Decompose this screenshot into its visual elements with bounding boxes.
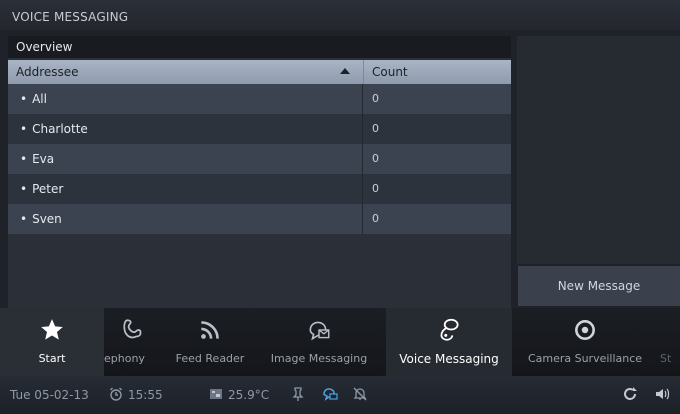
message-count: 0 xyxy=(372,212,379,225)
voice-message-indicator-icon[interactable] xyxy=(322,386,338,402)
message-count: 0 xyxy=(372,182,379,195)
column-divider xyxy=(362,84,363,114)
weather-icon[interactable] xyxy=(208,386,224,402)
table-row[interactable]: All 0 xyxy=(8,84,511,114)
dock-item-label: Camera Surveillance xyxy=(527,352,643,365)
dock-item-label: St xyxy=(660,352,672,365)
dock-item-telephony[interactable]: ephony xyxy=(104,308,164,376)
tab-overview-label: Overview xyxy=(16,40,73,54)
pin-icon[interactable] xyxy=(290,386,306,402)
dock-item-label: Feed Reader xyxy=(175,352,245,365)
table-row[interactable]: Charlotte 0 xyxy=(8,114,511,144)
page-title: VOICE MESSAGING xyxy=(12,10,129,24)
table-header: Addressee Count xyxy=(8,60,511,84)
dock-item-voice-messaging[interactable]: Voice Messaging xyxy=(386,308,512,376)
dock-item-start[interactable]: Start xyxy=(0,308,104,376)
dock-item-label: ephony xyxy=(104,352,145,365)
column-divider xyxy=(362,204,363,234)
feed-icon xyxy=(166,317,254,345)
dock-item-camera-surveillance[interactable]: Camera Surveillance xyxy=(516,308,654,376)
message-count: 0 xyxy=(372,152,379,165)
column-header-addressee-label: Addressee xyxy=(16,65,79,79)
column-divider xyxy=(362,174,363,204)
table-row[interactable]: Sven 0 xyxy=(8,204,511,234)
dock-item-partial[interactable]: St xyxy=(660,308,680,376)
addressee-name: Sven xyxy=(20,212,62,226)
dock-item-image-messaging[interactable]: Image Messaging xyxy=(256,308,382,376)
muted-bell-icon[interactable] xyxy=(352,386,368,402)
addressee-name: All xyxy=(20,92,47,106)
column-divider xyxy=(362,144,363,174)
addressee-name: Eva xyxy=(20,152,54,166)
telephony-icon xyxy=(104,317,164,345)
app-title-bar: VOICE MESSAGING xyxy=(0,0,680,30)
side-panel xyxy=(517,36,680,264)
addressee-name: Charlotte xyxy=(20,122,88,136)
addressee-list: All 0 Charlotte 0 Eva 0 Peter 0 Sven 0 xyxy=(8,84,511,234)
addressee-name: Peter xyxy=(20,182,63,196)
status-time: 15:55 xyxy=(128,388,163,402)
dock-item-label: Start xyxy=(38,352,66,365)
column-header-count[interactable]: Count xyxy=(363,60,512,84)
voice-message-icon xyxy=(386,317,512,345)
status-bar: Tue 05-02-13 15:55 25.9°C xyxy=(0,376,680,414)
tab-overview[interactable]: Overview xyxy=(8,36,511,58)
image-message-icon xyxy=(256,317,382,345)
column-header-addressee[interactable]: Addressee xyxy=(8,60,362,84)
table-row[interactable]: Eva 0 xyxy=(8,144,511,174)
message-count: 0 xyxy=(372,92,379,105)
refresh-icon[interactable] xyxy=(622,386,638,402)
dock-item-label: Voice Messaging xyxy=(399,352,499,366)
overview-panel: Overview Addressee Count All 0 Charlotte… xyxy=(8,36,511,308)
status-temperature: 25.9°C xyxy=(228,388,270,402)
alarm-clock-icon[interactable] xyxy=(108,386,124,402)
new-message-button[interactable]: New Message xyxy=(518,266,680,306)
volume-icon[interactable] xyxy=(654,386,670,402)
dock-item-label: Image Messaging xyxy=(270,352,368,365)
star-icon xyxy=(0,317,104,345)
column-header-count-label: Count xyxy=(372,65,408,79)
message-count: 0 xyxy=(372,122,379,135)
dock-item-feed-reader[interactable]: Feed Reader xyxy=(166,308,254,376)
column-divider xyxy=(362,114,363,144)
table-row[interactable]: Peter 0 xyxy=(8,174,511,204)
status-date: Tue 05-02-13 xyxy=(10,388,89,402)
sort-ascending-icon xyxy=(340,68,350,74)
app-dock: Start ephony Feed Reader Image Messaging… xyxy=(0,308,680,376)
camera-icon xyxy=(516,317,654,345)
